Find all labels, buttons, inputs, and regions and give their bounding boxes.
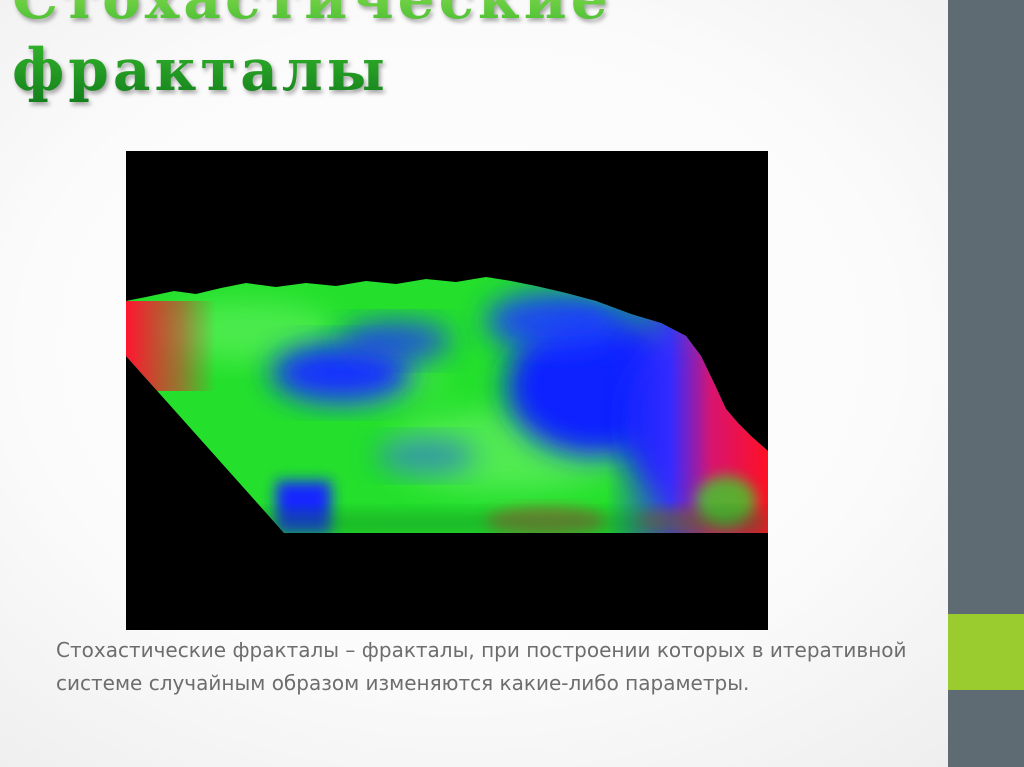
slide-caption: Стохастические фракталы – фракталы, при … [56,638,907,695]
fractal-terrain-render [126,277,768,533]
slide: Стохастические фракталы [0,0,1024,767]
fractal-terrain-image [126,151,768,630]
sidebar-accent-block [948,614,1024,690]
slide-title: Стохастические фракталы [12,0,932,106]
